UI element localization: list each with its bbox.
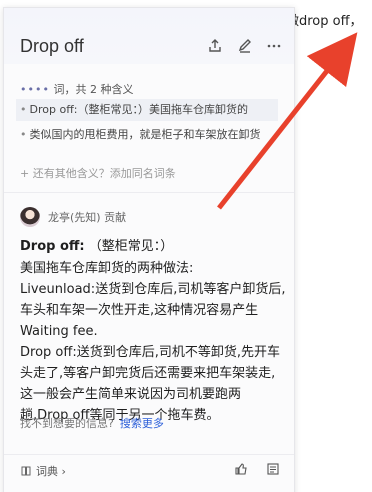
card-header: Drop off	[4, 8, 294, 64]
dictionary-card: Drop off •••• 词，共 2 种含义 • Drop off:（整柜常见：…	[3, 7, 295, 492]
entry-subtitle: （整柜常见：）	[88, 239, 174, 254]
divider	[4, 192, 294, 193]
entry-line: Waiting fee.	[20, 324, 98, 339]
share-icon[interactable]	[207, 38, 223, 54]
background-text: 做drop off，	[286, 14, 363, 29]
search-more-link[interactable]: 搜索更多	[120, 417, 164, 430]
entry-body: Drop off: （整柜常见：） 美国拖车仓库卸货的两种做法: Liveunl…	[20, 236, 292, 426]
edit-icon[interactable]	[237, 38, 253, 54]
book-icon	[21, 466, 31, 476]
contributor: 龙亭(先知) 贡献	[20, 206, 126, 228]
entry-line: 美国拖车仓库卸货的两种做法:	[20, 261, 194, 276]
avatar[interactable]	[20, 207, 40, 227]
more-icon[interactable]	[266, 38, 282, 54]
meanings-header: •••• 词，共 2 种含义	[20, 83, 134, 96]
like-icon[interactable]	[234, 462, 248, 479]
note-icon[interactable]	[266, 462, 280, 479]
card-title: Drop off	[20, 36, 84, 56]
entry-line: 这一般会产生简单来说因为司机要跑两	[20, 387, 242, 402]
screenshot: 做drop off， Drop off •••• 词，共 2 种含义 • Drop…	[0, 0, 372, 492]
dictionary-link[interactable]: 词典 ›	[20, 463, 66, 479]
entry-line: 车头和车架一次性开走,这种情况容易产生	[20, 303, 259, 318]
entry-line: Liveunload:送货到仓库后,司机等客户卸货后,	[20, 282, 286, 297]
add-meaning-link[interactable]: + 还有其他含义？添加同名词条	[20, 165, 176, 181]
entry-line: 头走了,等客户卸完货后还需要来把车架装走,	[20, 366, 276, 381]
help-row: 找不到想要的信息? 搜索更多	[20, 417, 164, 430]
entry-term: Drop off:	[20, 239, 85, 254]
plus-icon: +	[20, 167, 33, 180]
card-footer: 词典 ›	[4, 454, 294, 485]
meaning-item-1[interactable]: • Drop off:（整柜常见：）美国拖车仓库卸货的	[16, 99, 278, 121]
entry-line: Drop off:送货到仓库后,司机不等卸货,先开车	[20, 345, 280, 360]
meaning-item-2[interactable]: • 类似国内的甩柜费用，就是柜子和车架放在卸货	[16, 124, 278, 146]
